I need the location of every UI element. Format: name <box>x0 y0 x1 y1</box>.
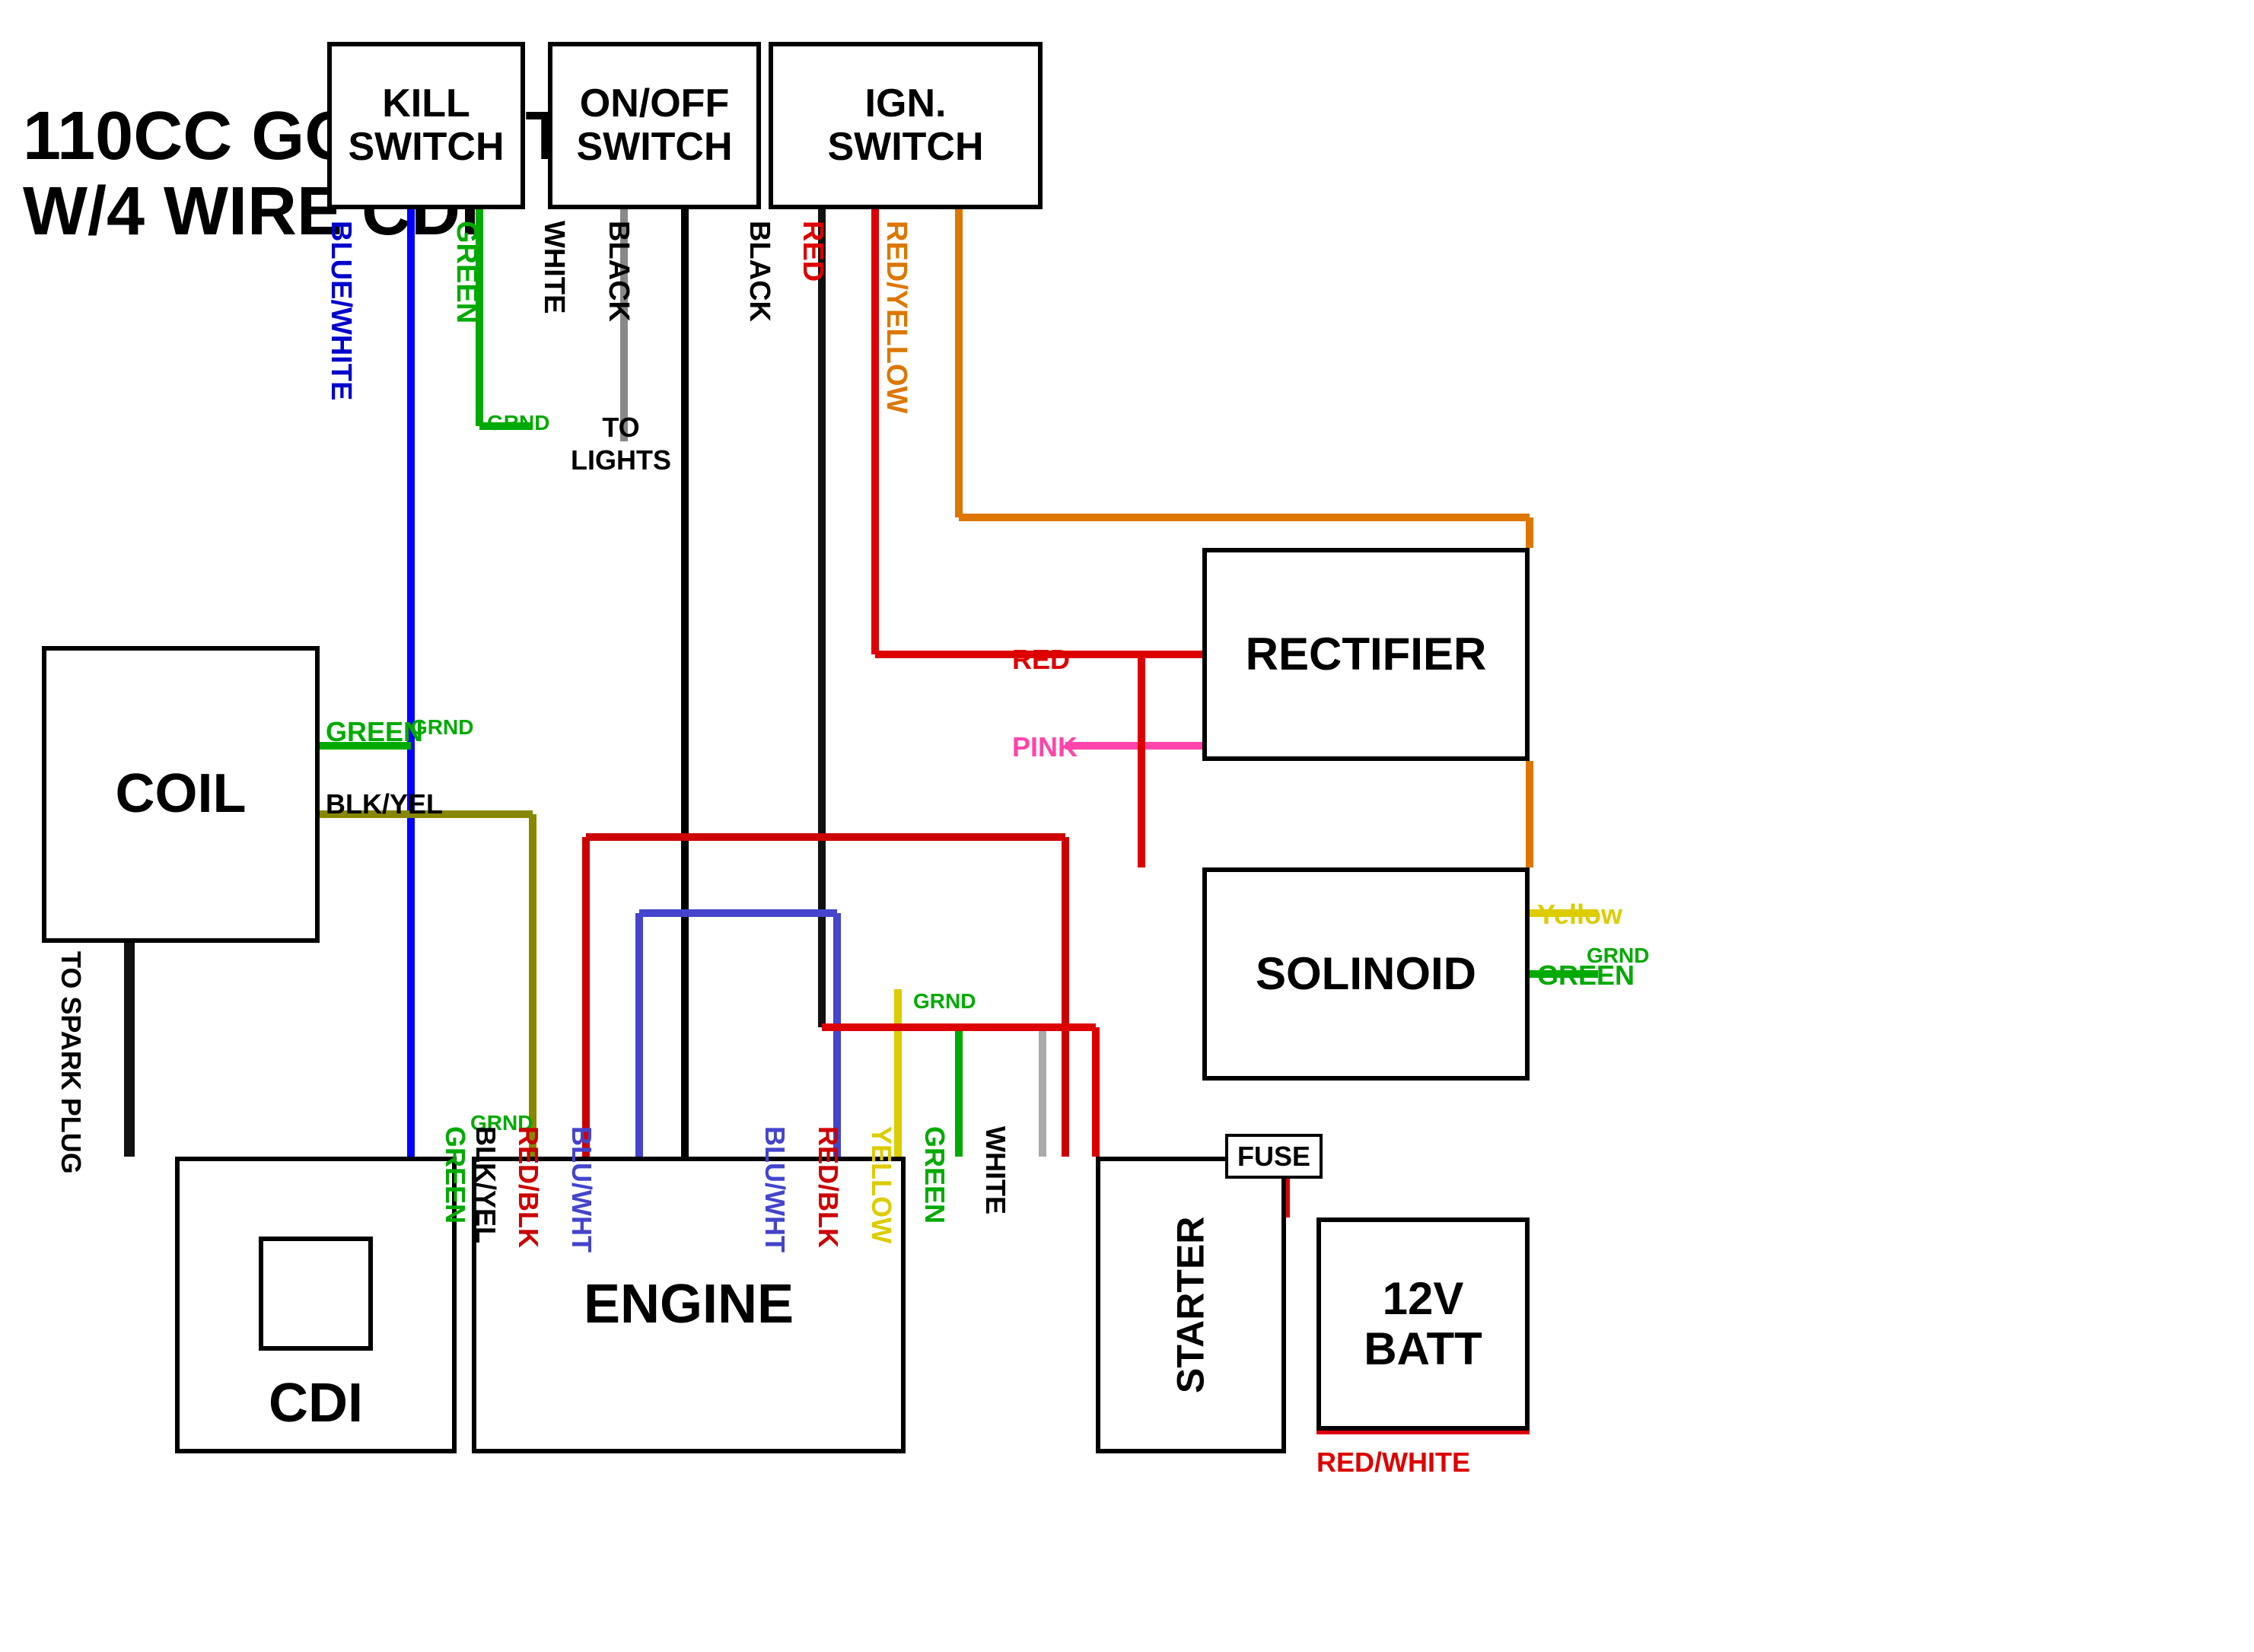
eng-grnd-label: GRND <box>913 989 976 1014</box>
wiring-diagram: 110CC GO KARTW/4 WIRE CDI <box>0 0 2254 1652</box>
eng-bluwht-label: BLU/WHT <box>759 1126 791 1253</box>
coil-box: COIL <box>42 646 320 943</box>
ign-switch-box: IGN.SWITCH <box>769 42 1043 209</box>
cdi-blkyel-label: BLK/YEL <box>470 1126 502 1243</box>
eng-yellow-label: YELLOW <box>865 1126 898 1243</box>
rectifier-box: RECTIFIER <box>1202 548 1530 761</box>
kill-switch-box: KILLSWITCH <box>327 42 525 209</box>
coil-grnd-label: GRND <box>411 715 473 740</box>
eng-redblk-label: RED/BLK <box>812 1126 845 1248</box>
solinoid-box: SOLINOID <box>1202 867 1530 1081</box>
cdi-box: CDI <box>175 1157 457 1453</box>
to-spark-label: TO SPARK PLUG <box>55 951 88 1174</box>
cdi-bluwht-label: BLU/WHT <box>565 1126 598 1253</box>
battery-box: 12VBATT <box>1316 1218 1530 1431</box>
cdi-green-label: GREEN <box>439 1126 472 1224</box>
red-ign-label: RED <box>794 221 829 282</box>
red-white-label: RED/WHITE <box>1316 1446 1470 1479</box>
grnd-kill-label: GRND <box>487 411 549 435</box>
black-ign-label: BLACK <box>741 221 776 322</box>
eng-green-label: GREEN <box>918 1126 951 1224</box>
cdi-redblk-label: RED/BLK <box>512 1126 545 1248</box>
blue-white-label: BLUE/WHITE <box>323 221 358 400</box>
rect-red-label: RED <box>1012 643 1070 676</box>
black-onoff-label: BLACK <box>600 221 635 322</box>
white-onoff-label: WHITE <box>536 221 571 314</box>
sol-grnd-label: GRND <box>1587 944 1649 968</box>
coil-blkyel-label: BLK/YEL <box>326 788 443 820</box>
starter-box: STARTER <box>1096 1157 1286 1453</box>
coil-green-label: GREEN <box>326 715 423 748</box>
to-lights-label: TOLIGHTS <box>571 411 671 476</box>
green-kill-label: GREEN <box>448 221 483 323</box>
on-off-switch-box: ON/OFFSWITCH <box>548 42 761 209</box>
rect-pink-label: PINK <box>1012 731 1078 763</box>
fuse-label: FUSE <box>1225 1134 1323 1179</box>
red-yellow-ign-label: RED/YELLOW <box>878 221 913 413</box>
eng-white-label: WHITE <box>979 1126 1012 1214</box>
sol-yellow-label: Yellow <box>1537 898 1622 931</box>
